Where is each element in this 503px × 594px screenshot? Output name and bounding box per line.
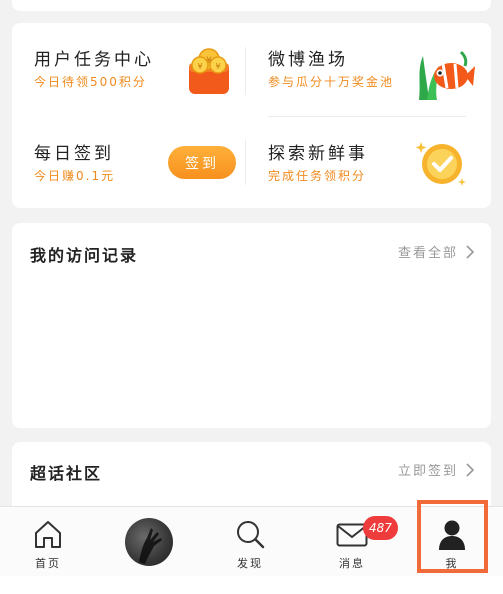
divider (245, 47, 246, 95)
task-title: 探索新鲜事 (268, 144, 368, 164)
coin-wallet-icon: ¥ ¥ ¥ (189, 48, 229, 94)
avatar[interactable] (125, 518, 173, 566)
divider (245, 139, 246, 185)
chevron-right-icon (466, 462, 475, 477)
task-subtitle: 参与瓜分十万奖金池 (268, 75, 395, 89)
view-all-label: 查看全部 (397, 246, 458, 261)
task-title: 每日签到 (34, 144, 114, 164)
home-icon (35, 521, 61, 548)
checkin-now-label: 立即签到 (397, 464, 458, 479)
tab-home-label: 首页 (35, 557, 61, 570)
tab-discover-label: 发现 (237, 557, 263, 570)
tasks-card: 用户任务中心 今日待领500积分 微博渔场 参与瓜分十万奖金池 每日签到 今日赚… (12, 23, 491, 208)
task-subtitle: 完成任务领积分 (268, 169, 367, 183)
task-title: 微博渔场 (268, 50, 348, 70)
highlight-box (417, 500, 488, 573)
svg-text:¥: ¥ (206, 56, 212, 66)
checkin-now-link[interactable]: 立即签到 (398, 460, 475, 479)
svg-text:¥: ¥ (215, 62, 220, 71)
bottom-strip (0, 576, 503, 594)
visit-history-title: 我的访问记录 (30, 246, 139, 265)
super-topic-title: 超话社区 (30, 464, 103, 483)
svg-text:¥: ¥ (197, 62, 202, 71)
chevron-right-icon (466, 244, 475, 259)
tab-home[interactable]: 首页 (8, 507, 88, 577)
medal-icon (415, 142, 466, 186)
checkin-button[interactable]: 签到 (168, 146, 236, 179)
avatar-hand-image (139, 528, 162, 564)
divider (268, 116, 466, 117)
fish-icon (419, 50, 475, 100)
view-all-link[interactable]: 查看全部 (398, 242, 475, 261)
tab-messages-label: 消息 (339, 557, 365, 570)
messages-badge: 487 (363, 516, 398, 540)
task-title: 用户任务中心 (34, 50, 154, 70)
tab-discover[interactable]: 发现 (210, 507, 290, 577)
task-subtitle: 今日待领500积分 (34, 75, 147, 89)
search-icon (237, 521, 265, 549)
visit-history-card: 我的访问记录 查看全部 (12, 223, 491, 428)
previous-card (12, 0, 491, 11)
task-subtitle: 今日赚0.1元 (34, 169, 116, 183)
